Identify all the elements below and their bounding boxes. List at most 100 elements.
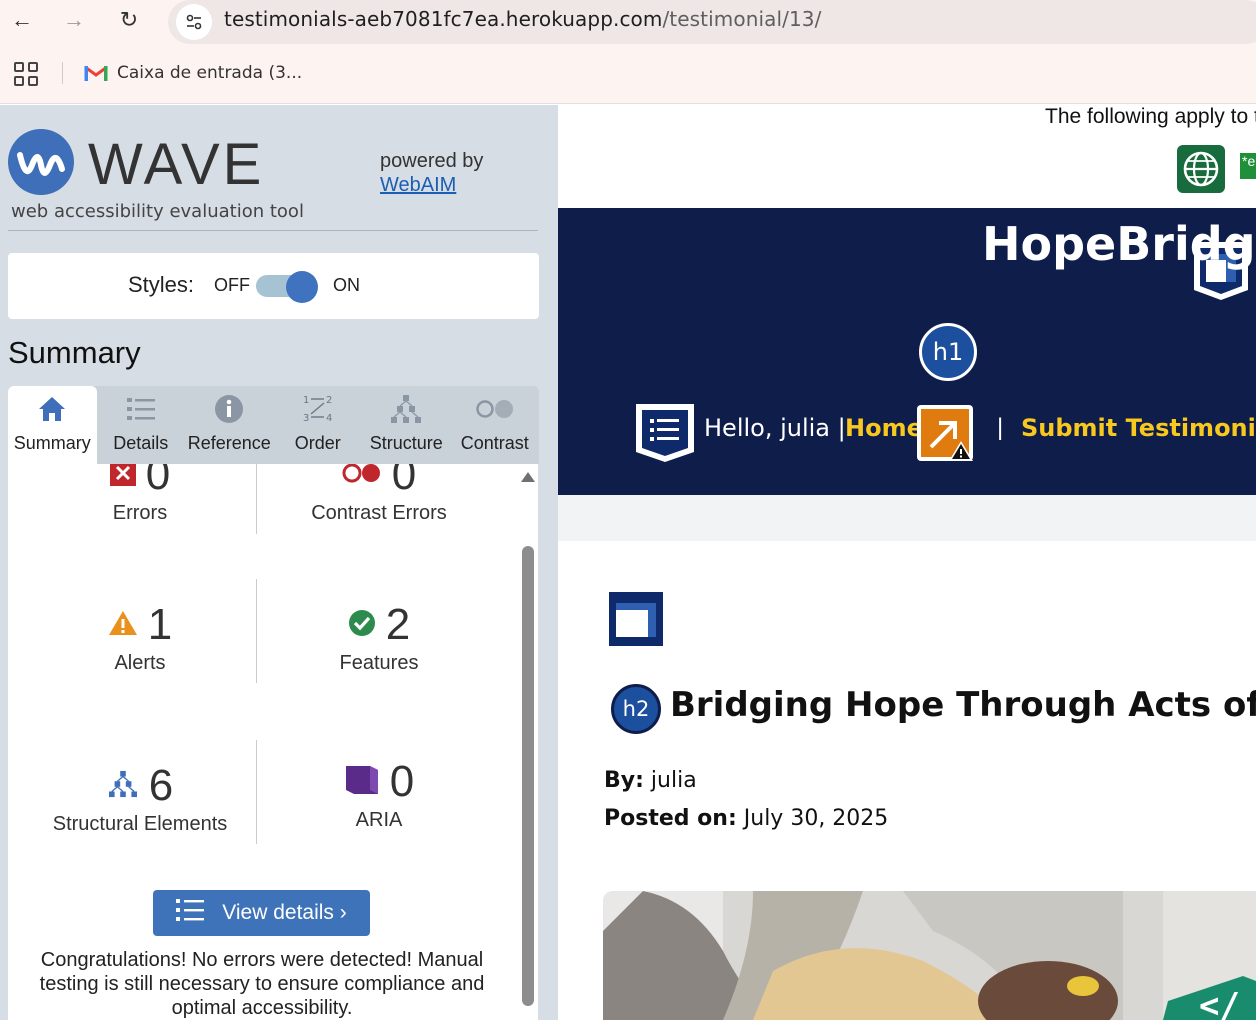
language-tag: *e [1240, 153, 1256, 179]
apply-notice: The following apply to t [1045, 105, 1256, 128]
posted-label: Posted on: [604, 806, 737, 831]
url-path: /testimonial/13/ [662, 7, 822, 31]
svg-text:</: </ [1199, 986, 1240, 1020]
tab-label: Details [113, 433, 169, 453]
wave-subtitle: web accessibility evaluation tool [11, 201, 304, 222]
url-text[interactable]: testimonials-aeb7081fc7ea.herokuapp.com/… [224, 7, 821, 31]
author-line: By: julia [604, 768, 697, 793]
styles-on-label: ON [333, 275, 360, 295]
tab-order[interactable]: 1 2 3 4 Order [274, 386, 363, 464]
view-details-button[interactable]: View details › [153, 890, 370, 936]
home-icon [39, 397, 66, 421]
scroll-thumb[interactable] [522, 546, 534, 1006]
info-icon [215, 395, 244, 423]
main-region-icon [609, 592, 663, 646]
greeting: Hello, julia | [704, 414, 846, 442]
styles-toggle-box: Styles: OFF ON [8, 253, 539, 319]
check-icon [348, 609, 376, 642]
wave-title: WAVE [88, 132, 265, 197]
tab-structure[interactable]: Structure [362, 386, 451, 464]
reload-icon[interactable]: ↻ [113, 4, 145, 36]
list-icon [126, 398, 155, 420]
order-icon: 1 2 3 4 [303, 395, 332, 424]
aria-label: ARIA [355, 809, 403, 831]
errors-cell[interactable]: 0 Errors [16, 464, 264, 525]
wave-tabs: Summary Details Reference 1 2 3 4 Order Str… [8, 386, 539, 464]
features-cell[interactable]: 2 Features [255, 600, 503, 675]
structural-cell[interactable]: 6 Structural Elements [16, 761, 264, 836]
summary-scrollbar[interactable] [518, 464, 538, 1020]
svg-text:4: 4 [326, 413, 332, 424]
globe-icon[interactable] [1177, 145, 1225, 193]
url-host: testimonials-aeb7081fc7ea.herokuapp.com [224, 7, 663, 31]
gmail-icon [84, 65, 108, 81]
wave-logo-icon [8, 129, 74, 195]
divider [8, 230, 538, 231]
nav-home-link[interactable]: Home [845, 414, 923, 442]
nav-separator: | [997, 414, 1004, 441]
page-content: The following apply to t *e h1 Hello, ju… [558, 105, 1256, 1020]
error-icon [109, 464, 136, 491]
forward-icon[interactable]: → [58, 4, 90, 36]
tab-label: Structure [369, 433, 443, 453]
site-brand[interactable]: HopeBridge [982, 217, 1256, 271]
powered-by: powered by WebAIM [380, 149, 483, 197]
tab-details[interactable]: Details [97, 386, 186, 464]
site-info-icon[interactable] [176, 4, 212, 40]
alert-link-icon [917, 405, 973, 461]
congrats-message: Congratulations! No errors were detected… [39, 949, 485, 1019]
styles-toggle-knob[interactable] [286, 271, 318, 303]
back-icon[interactable]: ← [6, 4, 38, 36]
list-icon [176, 898, 206, 928]
tab-label: Contrast [460, 433, 529, 453]
posted-line: Posted on: July 30, 2025 [604, 806, 888, 831]
structure-elements-icon [107, 770, 139, 803]
features-count: 2 [385, 600, 411, 649]
aria-icon [344, 762, 380, 803]
scroll-up-arrow[interactable] [521, 472, 535, 482]
page-spacer [558, 495, 1256, 541]
structure-icon [391, 395, 422, 423]
author-value: julia [650, 768, 697, 793]
posted-value: July 30, 2025 [743, 806, 889, 831]
alert-icon [108, 610, 138, 641]
contrast-error-icon [342, 464, 382, 489]
aria-cell[interactable]: 0 ARIA [255, 757, 503, 832]
aria-count: 0 [389, 757, 415, 806]
tab-summary[interactable]: Summary [8, 386, 97, 464]
bookmark-gmail[interactable]: Caixa de entrada (3... [117, 63, 302, 83]
nav-submit-testimonial-link[interactable]: Submit Testimonial [1021, 414, 1256, 442]
alerts-label: Alerts [114, 652, 166, 674]
errors-count: 0 [145, 464, 171, 499]
summary-heading: Summary [8, 335, 141, 370]
contrast-errors-label: Contrast Errors [311, 502, 447, 524]
alerts-count: 1 [147, 600, 173, 649]
webaim-link[interactable]: WebAIM [380, 173, 483, 197]
styles-label: Styles: [128, 272, 195, 297]
svg-text:2: 2 [326, 395, 332, 406]
bookmark-divider [62, 62, 63, 84]
tab-label: Order [294, 433, 341, 453]
testimonial-photo: </ [603, 891, 1256, 1020]
tab-contrast[interactable]: Contrast [451, 386, 540, 464]
alerts-cell[interactable]: 1 Alerts [16, 600, 264, 675]
apps-grid-icon[interactable] [14, 62, 38, 86]
h1-badge: h1 [919, 323, 977, 381]
structural-label: Structural Elements [52, 813, 228, 835]
nav-region-icon [636, 404, 694, 462]
view-details-label: View details › [222, 901, 347, 924]
styles-off-label: OFF [214, 275, 250, 295]
browser-toolbar: ← → ↻ testimonials-aeb7081fc7ea.herokuap… [0, 0, 1256, 104]
contrast-errors-cell[interactable]: 0 Contrast Errors [255, 464, 503, 525]
author-label: By: [604, 768, 644, 793]
powered-by-text: powered by [380, 150, 484, 172]
tab-label: Reference [187, 433, 271, 453]
wave-panel: WAVE powered by WebAIM web accessibility… [0, 105, 558, 1020]
tab-label: Summary [13, 433, 91, 453]
svg-text:1: 1 [303, 395, 309, 406]
tab-reference[interactable]: Reference [185, 386, 274, 464]
svg-text:3: 3 [303, 413, 309, 424]
contrast-errors-count: 0 [391, 464, 417, 499]
h2-badge: h2 [611, 684, 661, 734]
structural-count: 6 [148, 761, 174, 810]
